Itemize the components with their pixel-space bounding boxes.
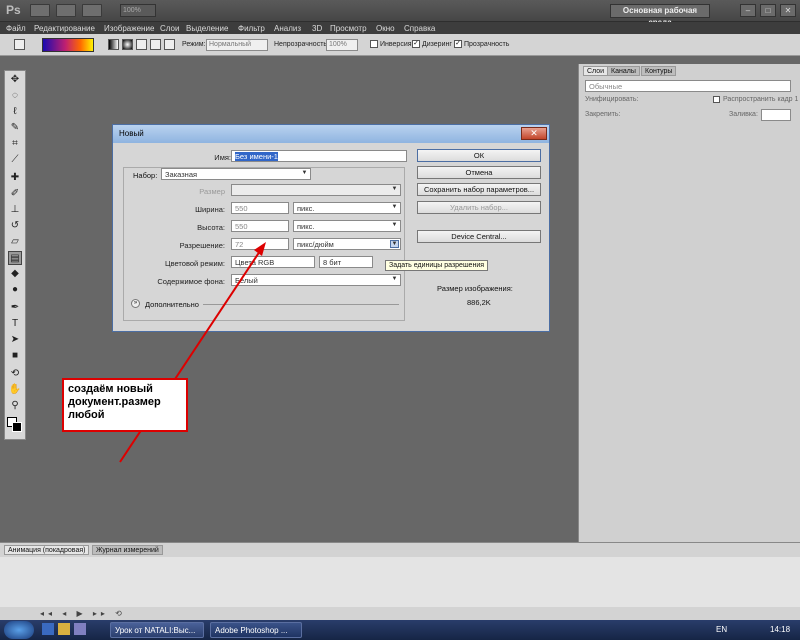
annotation-note: создаём новый документ.размер любой <box>62 378 188 432</box>
annotation-arrow <box>119 242 266 463</box>
